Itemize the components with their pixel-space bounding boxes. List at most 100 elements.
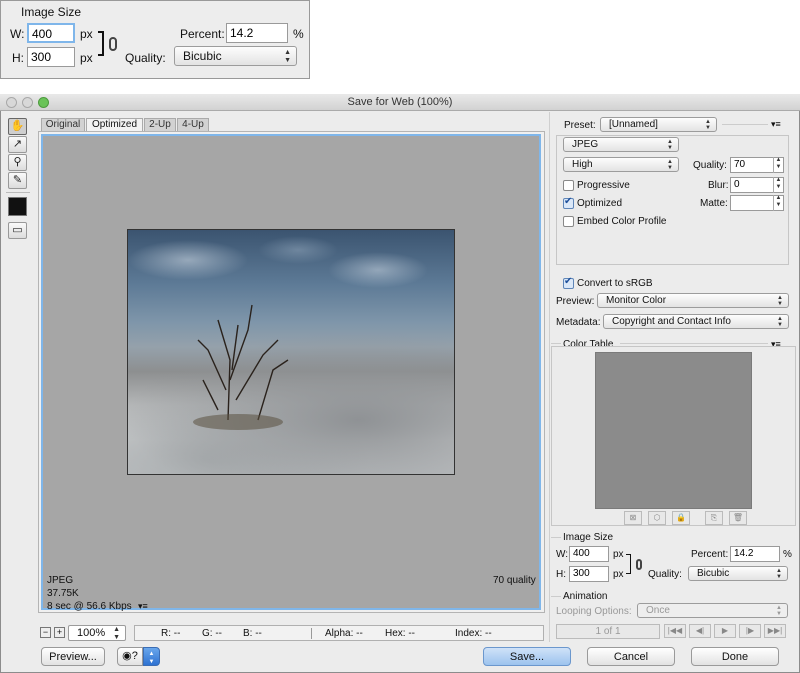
zoom-level-select[interactable]: 100% ▲ ▼ — [68, 625, 126, 641]
percent-label: Percent: — [691, 549, 729, 560]
preview-quality: 70 quality — [493, 575, 536, 586]
quality-stepper[interactable]: ▲ ▼ — [773, 157, 783, 173]
matte-select[interactable]: ▲ ▼ — [730, 195, 784, 211]
window-title: Save for Web (100%) — [347, 96, 453, 108]
metadata-select[interactable]: Copyright and Contact Info ▲ ▼ — [603, 314, 789, 329]
hand-icon[interactable]: ✋ — [8, 118, 27, 135]
web-shift-icon[interactable]: ⬡ — [648, 511, 666, 525]
image-size-title: Image Size — [563, 532, 614, 543]
tab-optimized[interactable]: Optimized — [86, 118, 143, 132]
quality-label: Quality: — [693, 160, 727, 171]
frame-counter: 1 of 1 — [556, 624, 660, 639]
quality-input[interactable]: 70 ▲ ▼ — [730, 157, 784, 173]
pixel-g: G: -- — [202, 628, 222, 639]
preview-canvas[interactable]: JPEG 37.75K 8 sec @ 56.6 Kbps ▾≡ 70 qual… — [41, 134, 541, 612]
updown-icon: ▲ ▼ — [667, 139, 673, 151]
chain-link-icon[interactable] — [109, 37, 117, 51]
preview-color-label: Preview: — [556, 296, 595, 307]
zoom-in-button[interactable]: + — [54, 627, 65, 638]
embed-color-profile-checkbox[interactable] — [563, 216, 574, 227]
progressive-checkbox[interactable] — [563, 180, 574, 191]
updown-icon: ▲ ▼ — [113, 626, 120, 641]
top-width-input[interactable]: 400 — [27, 23, 75, 43]
panel-menu-icon[interactable]: ▾≡ — [771, 119, 781, 130]
done-button[interactable]: Done — [691, 647, 779, 666]
eyedropper-color-swatch[interactable] — [8, 197, 27, 216]
preset-label: Preset: — [564, 120, 596, 131]
optimized-label: Optimized — [577, 198, 623, 209]
save-button[interactable]: Save... — [483, 647, 571, 666]
previous-frame-icon[interactable]: ◀| — [689, 624, 711, 638]
h-label: H: — [556, 569, 566, 580]
map-transparent-icon[interactable]: ⊠ — [624, 511, 642, 525]
quality-preset-value: High — [572, 159, 593, 170]
quality-resample-select[interactable]: Bicubic ▲ ▼ — [688, 566, 788, 581]
color-table-swatches[interactable] — [595, 352, 752, 509]
help-icon[interactable]: ◉? — [117, 647, 143, 666]
looping-select[interactable]: Once ▲ ▼ — [637, 603, 788, 618]
matte-label: Matte: — [700, 198, 728, 209]
percent-input[interactable]: 14.2 — [730, 546, 780, 562]
format-select[interactable]: JPEG ▲ ▼ — [563, 137, 679, 152]
updown-icon: ▲ ▼ — [777, 295, 783, 307]
slice-select-icon[interactable]: ↗ — [8, 136, 27, 153]
pixel-index: Index: -- — [455, 628, 492, 639]
updown-icon: ▲ ▼ — [284, 49, 291, 64]
preset-value: [Unnamed] — [609, 119, 658, 130]
optimized-checkbox[interactable] — [563, 196, 574, 209]
color-table-top-line — [551, 343, 561, 344]
play-icon[interactable]: ▶ — [714, 624, 736, 638]
top-w-unit: px — [80, 27, 93, 41]
next-frame-icon[interactable]: |▶ — [739, 624, 761, 638]
new-color-icon[interactable]: ⎘ — [705, 511, 723, 525]
blur-input[interactable]: 0 ▲ ▼ — [730, 177, 784, 193]
convert-srgb-label: Convert to sRGB — [577, 278, 653, 289]
quality-resample-value: Bicubic — [697, 568, 730, 579]
cancel-button[interactable]: Cancel — [587, 647, 675, 666]
lock-color-icon[interactable]: 🔒 — [672, 511, 690, 525]
zoom-icon[interactable]: ⚲ — [8, 154, 27, 171]
browser-select-button[interactable]: ▲ ▼ — [143, 647, 160, 666]
frame-counter-value: 1 of 1 — [595, 626, 621, 637]
tab-4-up[interactable]: 4-Up — [177, 118, 209, 131]
preview-color-value: Monitor Color — [606, 295, 667, 306]
delete-color-icon[interactable]: 🗑 — [729, 511, 747, 525]
pixel-info-bar: R: -- G: -- B: -- Alpha: -- Hex: -- Inde… — [134, 625, 544, 641]
top-percent-label: Percent: — [180, 27, 225, 41]
quality-preset-select[interactable]: High ▲ ▼ — [563, 157, 679, 172]
convert-srgb-checkbox[interactable] — [563, 276, 574, 289]
preset-select[interactable]: [Unnamed] ▲ ▼ — [600, 117, 717, 132]
looping-label: Looping Options: — [556, 606, 632, 617]
first-frame-icon[interactable]: |◀◀ — [664, 624, 686, 638]
chain-link-icon[interactable] — [636, 559, 642, 570]
animation-title: Animation — [563, 591, 608, 602]
top-quality-label: Quality: — [125, 51, 166, 65]
preview-filesize: 37.75K — [47, 588, 79, 599]
zoom-out-button[interactable]: − — [40, 627, 51, 638]
width-input[interactable]: 400 — [569, 546, 609, 562]
image-dead-tree — [193, 304, 289, 430]
percent-unit: % — [783, 549, 792, 560]
preview-menu-icon[interactable]: ▾≡ — [138, 601, 148, 612]
top-percent-input[interactable]: 14.2 — [226, 23, 288, 43]
preview-color-select[interactable]: Monitor Color ▲ ▼ — [597, 293, 789, 308]
blur-label: Blur: — [708, 180, 729, 191]
tab-original[interactable]: Original — [41, 118, 85, 131]
top-image-size-title: Image Size — [21, 5, 82, 19]
tool-divider — [6, 192, 30, 193]
height-input[interactable]: 300 — [569, 566, 609, 582]
tab-2-up[interactable]: 2-Up — [144, 118, 176, 131]
preview-format: JPEG — [47, 575, 74, 586]
updown-icon: ▲ ▼ — [776, 568, 782, 580]
preview-button[interactable]: Preview... — [41, 647, 105, 666]
preview-download-time: 8 sec @ 56.6 Kbps — [47, 601, 132, 612]
updown-icon: ▲ ▼ — [776, 605, 782, 617]
updown-icon: ▲ ▼ — [667, 159, 673, 171]
top-quality-select[interactable]: Bicubic ▲ ▼ — [174, 46, 297, 66]
format-value: JPEG — [572, 139, 599, 150]
last-frame-icon[interactable]: ▶▶| — [764, 624, 786, 638]
eyedropper-icon[interactable]: ✎ — [8, 172, 27, 189]
toggle-slices-icon[interactable]: ▭ — [8, 222, 27, 239]
blur-stepper[interactable]: ▲ ▼ — [773, 177, 783, 193]
top-height-input[interactable]: 300 — [27, 47, 75, 67]
